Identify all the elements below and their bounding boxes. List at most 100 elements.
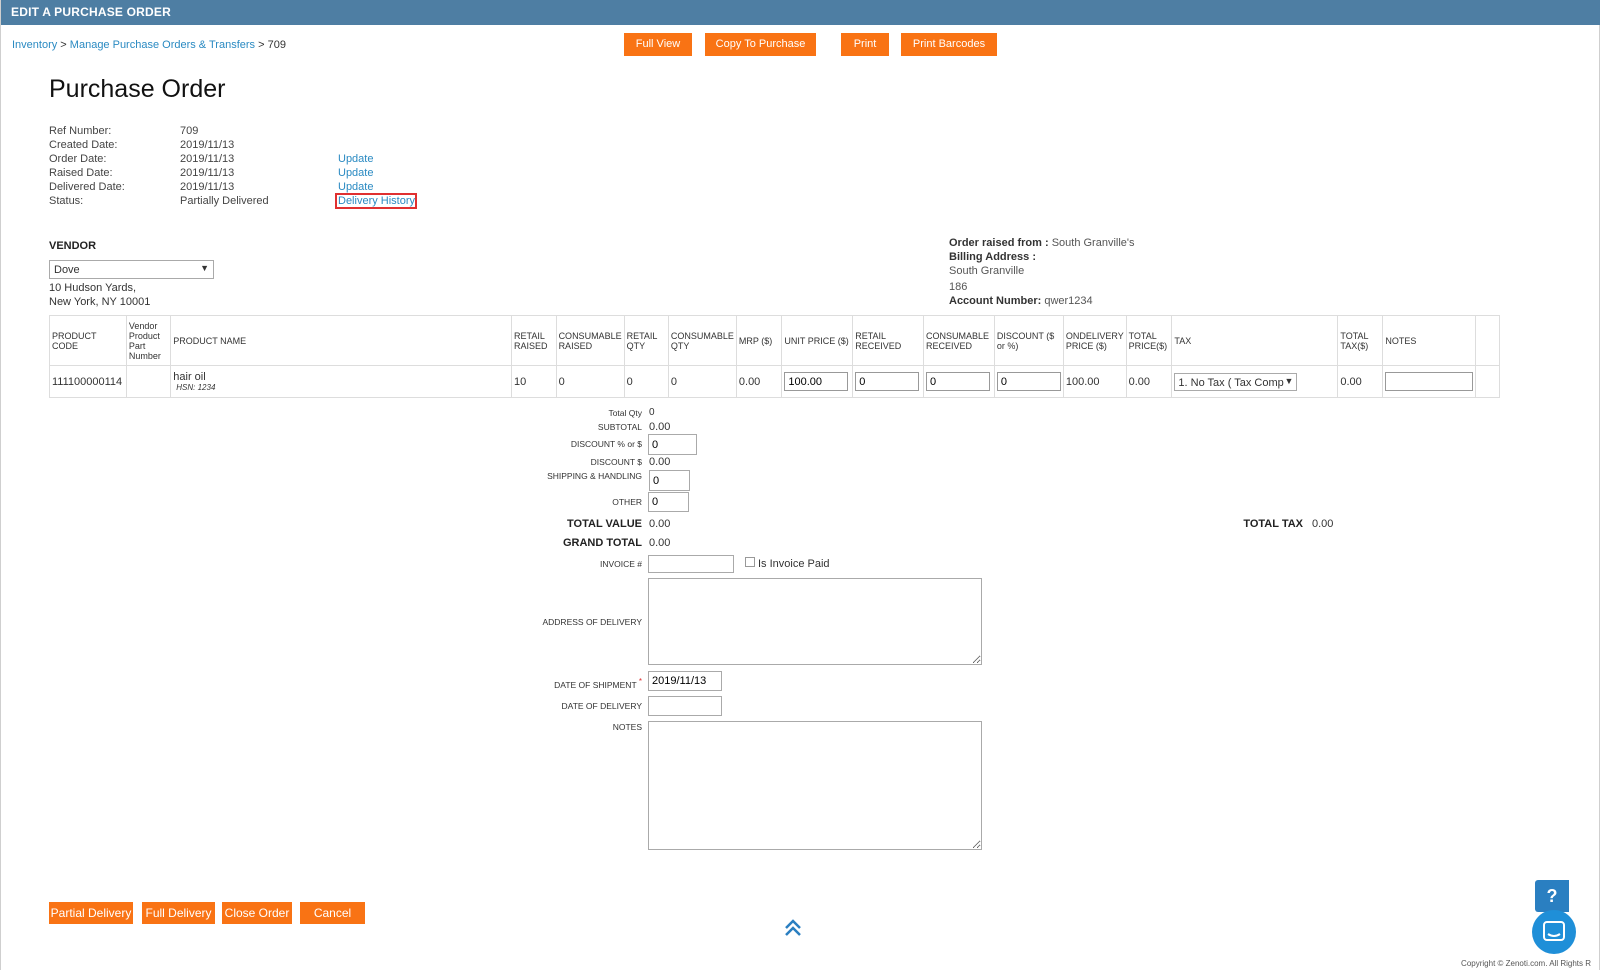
discount-input[interactable] [996, 372, 1061, 391]
vendor-address-line2: New York, NY 10001 [49, 296, 151, 308]
address-delivery-textarea[interactable] [648, 578, 982, 665]
col-product-name: PRODUCT NAME [170, 315, 513, 366]
page-title: Purchase Order [49, 75, 226, 103]
col-vendor-part: Vendor Product Part Number [125, 315, 172, 366]
retail-received-input[interactable] [855, 372, 920, 391]
delivered-date-update-link[interactable]: Update [338, 181, 373, 193]
table-row: 111100000114 hair oil HSN: 1234 10 0 0 0… [49, 365, 1500, 398]
notes-label: NOTES [612, 722, 642, 732]
full-delivery-button[interactable]: Full Delivery [142, 902, 215, 924]
copyright-footer: Copyright © Zenoti.com. All Rights R [1461, 959, 1591, 968]
product-name: hair oil [173, 371, 206, 383]
order-date-update-link[interactable]: Update [338, 153, 373, 165]
copy-to-purchase-button[interactable]: Copy To Purchase [705, 33, 816, 56]
cell-discount [993, 365, 1064, 398]
billing-address-line1: South Granville [949, 265, 1025, 277]
cell-mrp: 0.00 [735, 365, 783, 398]
order-raised-from-value: South Granville's [1051, 237, 1135, 249]
total-qty-label: Total Qty [608, 408, 642, 418]
account-number-value: qwer1234 [1044, 295, 1093, 307]
billing-address-line2: 186 [949, 281, 968, 293]
date-shipment-input[interactable] [648, 671, 722, 691]
discount-pct-input[interactable] [648, 434, 697, 455]
required-mark: * [638, 677, 642, 686]
breadcrumb-manage-link[interactable]: Manage Purchase Orders & Transfers [70, 39, 255, 51]
col-retail-qty: RETAIL QTY [623, 315, 669, 366]
other-input[interactable] [648, 492, 689, 512]
help-icon[interactable]: ? [1535, 880, 1569, 912]
account-number-label: Account Number: [949, 295, 1042, 307]
cell-consumable-qty: 0 [667, 365, 737, 398]
date-delivery-input[interactable] [648, 696, 722, 716]
print-barcodes-button[interactable]: Print Barcodes [901, 33, 997, 56]
cell-retail-raised: 10 [511, 365, 557, 398]
partial-delivery-button[interactable]: Partial Delivery [49, 902, 133, 924]
chevron-down-icon: ▼ [1284, 375, 1294, 386]
raised-date-label: Raised Date: [49, 167, 113, 179]
chat-icon[interactable] [1532, 910, 1576, 954]
products-table: PRODUCT CODE Vendor Product Part Number … [49, 315, 1500, 398]
consumable-received-input[interactable] [926, 372, 991, 391]
page-header: EDIT A PURCHASE ORDER [1, 0, 1600, 25]
col-mrp: MRP ($) [735, 315, 783, 366]
cell-total-tax: 0.00 [1337, 365, 1384, 398]
other-label: OTHER [612, 497, 642, 507]
cancel-button[interactable]: Cancel [300, 902, 365, 924]
col-consumable-received: CONSUMABLE RECEIVED [923, 315, 995, 366]
raised-date-update-link[interactable]: Update [338, 167, 373, 179]
date-shipment-label: DATE OF SHIPMENT * [554, 677, 642, 690]
grand-total-value: 0.00 [649, 537, 671, 549]
billing-address-label: Billing Address : [949, 251, 1036, 263]
discount-pct-label: DISCOUNT % or $ [570, 439, 642, 449]
order-date-label: Order Date: [49, 153, 107, 165]
status-label: Status: [49, 195, 84, 207]
delivered-date-value: 2019/11/13 [180, 181, 235, 193]
discount-amount-value: 0.00 [649, 456, 671, 468]
print-button[interactable]: Print [841, 33, 889, 56]
col-total-tax: TOTAL TAX($) [1337, 315, 1384, 366]
notes-textarea[interactable] [648, 721, 982, 850]
shipping-label: SHIPPING & HANDLING [547, 471, 642, 481]
cell-ondelivery-price: 100.00 [1062, 365, 1127, 398]
invoice-paid-label: Is Invoice Paid [758, 558, 830, 570]
total-value: 0.00 [649, 518, 671, 530]
close-order-button[interactable]: Close Order [222, 902, 292, 924]
date-delivery-label: DATE OF DELIVERY [561, 701, 642, 711]
invoice-input[interactable] [648, 555, 734, 573]
row-notes-input[interactable] [1385, 372, 1474, 391]
tax-select[interactable]: 1. No Tax ( Tax Comp ▼ [1174, 372, 1298, 391]
col-ondelivery-price: ONDELIVERY PRICE ($) [1062, 315, 1127, 366]
created-date-value: 2019/11/13 [180, 139, 235, 151]
cell-unit-price [781, 365, 854, 398]
account-number: Account Number: qwer1234 [949, 295, 1093, 307]
scroll-top-icon[interactable] [783, 918, 803, 938]
grand-total-label: GRAND TOTAL [562, 537, 642, 549]
vendor-address-line1: 10 Hudson Yards, [49, 282, 137, 294]
cell-consumable-raised: 0 [555, 365, 625, 398]
order-raised-from-label: Order raised from : [949, 237, 1049, 249]
vendor-select[interactable]: Dove ▼ [49, 260, 214, 279]
date-shipment-label-text: DATE OF SHIPMENT [554, 679, 637, 690]
shipping-input[interactable] [649, 470, 690, 491]
cell-product-name: hair oil HSN: 1234 [170, 365, 513, 398]
cell-empty [1475, 365, 1500, 398]
delivery-history-link[interactable]: Delivery History [338, 195, 415, 207]
col-retail-received: RETAIL RECEIVED [852, 315, 925, 366]
col-product-code: PRODUCT CODE [49, 315, 127, 366]
breadcrumb: Inventory > Manage Purchase Orders & Tra… [12, 39, 286, 51]
cell-consumable-received [923, 365, 995, 398]
unit-price-input[interactable] [784, 372, 849, 391]
address-delivery-label: ADDRESS OF DELIVERY [542, 617, 642, 627]
col-retail-raised: RETAIL RAISED [511, 315, 557, 366]
order-date-value: 2019/11/13 [180, 153, 235, 165]
invoice-paid-checkbox[interactable] [745, 557, 755, 567]
col-discount: DISCOUNT ($ or %) [993, 315, 1064, 366]
breadcrumb-separator: > [57, 39, 70, 51]
ref-number-value: 709 [180, 125, 199, 137]
breadcrumb-current: 709 [267, 39, 286, 51]
col-notes: NOTES [1382, 315, 1477, 366]
vendor-select-value: Dove [54, 264, 80, 276]
breadcrumb-inventory-link[interactable]: Inventory [12, 39, 57, 51]
total-tax-label: TOTAL TAX [1243, 518, 1303, 530]
full-view-button[interactable]: Full View [624, 33, 692, 56]
